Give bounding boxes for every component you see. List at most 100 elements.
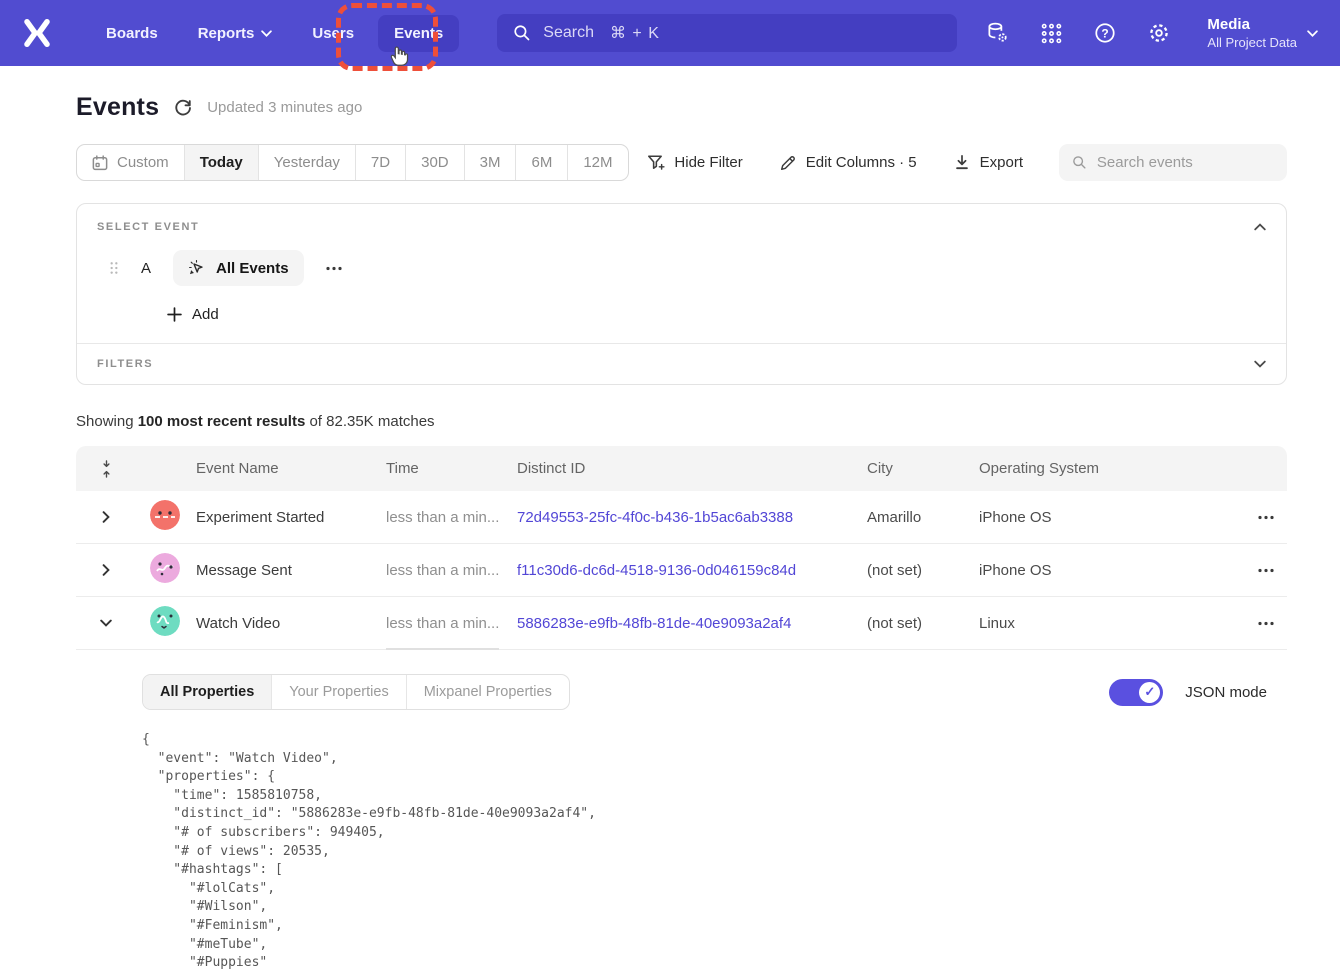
expand-row-icon[interactable]: [76, 511, 136, 523]
event-chip-label: All Events: [216, 260, 289, 277]
event-more-button[interactable]: [326, 266, 342, 271]
tab-label: Mixpanel Properties: [424, 684, 552, 700]
tab-all-properties[interactable]: All Properties: [143, 675, 272, 709]
filters-section-toggle[interactable]: FILTERS: [77, 344, 1286, 384]
table-row[interactable]: Experiment Started less than a min... 72…: [76, 491, 1287, 544]
drag-handle-icon[interactable]: [109, 261, 119, 275]
events-table: Event Name Time Distinct ID City Operati…: [76, 446, 1287, 974]
data-management-icon[interactable]: [985, 21, 1009, 45]
nav-item-users[interactable]: Users: [296, 15, 370, 52]
apps-grid-icon[interactable]: [1039, 21, 1063, 45]
date-range-label: Yesterday: [274, 154, 340, 171]
date-range-label: 7D: [371, 154, 390, 171]
edit-columns-label: Edit Columns · 5: [806, 154, 917, 171]
date-range-3m[interactable]: 3M: [465, 145, 517, 180]
refresh-icon[interactable]: [173, 98, 193, 118]
nav-item-label: Events: [394, 25, 443, 42]
nav-item-boards[interactable]: Boards: [90, 15, 174, 52]
cell-event-name: Watch Video: [196, 615, 386, 632]
help-icon[interactable]: ?: [1093, 21, 1117, 45]
events-page: Events Updated 3 minutes ago Custom Toda…: [0, 93, 1340, 974]
select-event-label: SELECT EVENT: [97, 221, 199, 233]
cell-os: Linux: [979, 615, 1186, 632]
collapse-row-icon[interactable]: [76, 619, 136, 627]
tab-your-properties[interactable]: Your Properties: [272, 675, 406, 709]
filter-funnel-icon: [647, 154, 665, 172]
settings-gear-icon[interactable]: [1147, 21, 1171, 45]
date-range-30d[interactable]: 30D: [406, 145, 465, 180]
page-title: Events: [76, 93, 159, 122]
nav-item-label: Users: [312, 25, 354, 42]
cell-time: less than a min...: [386, 562, 517, 579]
date-range-yesterday[interactable]: Yesterday: [259, 145, 356, 180]
cell-os: iPhone OS: [979, 562, 1186, 579]
date-range-control: Custom Today Yesterday 7D 30D 3M 6M 12M: [76, 144, 629, 181]
mixpanel-logo[interactable]: [22, 18, 52, 48]
row-more-button[interactable]: [1186, 621, 1287, 626]
nav-right-group: ? Media All Project Data: [985, 15, 1318, 51]
event-chip-all-events[interactable]: All Events: [173, 250, 304, 286]
search-events-input[interactable]: [1097, 154, 1274, 171]
project-name: Media: [1207, 15, 1297, 34]
header-time[interactable]: Time: [386, 460, 517, 477]
cell-time: less than a min...: [386, 509, 517, 526]
search-icon: [1072, 154, 1087, 171]
primary-nav: Boards Reports Users Events: [90, 15, 459, 52]
hide-filter-button[interactable]: Hide Filter: [647, 154, 742, 172]
table-row-expanded[interactable]: Watch Video less than a min... 5886283e-…: [76, 597, 1287, 650]
nav-item-label: Reports: [198, 25, 255, 42]
results-count: 100 most recent results: [138, 413, 306, 430]
cell-distinct-id-link[interactable]: 5886283e-e9fb-48fb-81de-40e9093a2af4: [517, 615, 867, 632]
date-range-today[interactable]: Today: [185, 145, 259, 180]
select-event-section: SELECT EVENT A All Events: [77, 204, 1286, 343]
collapse-all-icon[interactable]: [76, 460, 136, 478]
chevron-up-icon[interactable]: [1254, 223, 1266, 231]
project-scope: All Project Data: [1207, 34, 1297, 51]
plus-icon: [167, 307, 182, 322]
row-more-button[interactable]: [1186, 515, 1287, 520]
toolbar-actions: Hide Filter Edit Columns · 5 Export: [647, 144, 1287, 181]
date-range-6m[interactable]: 6M: [516, 145, 568, 180]
search-events-box: [1059, 144, 1287, 181]
top-navbar: Boards Reports Users Events Search ⌘ + K: [0, 0, 1340, 66]
project-selector[interactable]: Media All Project Data: [1207, 15, 1318, 51]
edit-columns-button[interactable]: Edit Columns · 5: [779, 154, 917, 172]
nav-item-events[interactable]: Events: [378, 15, 459, 52]
query-builder-card: SELECT EVENT A All Events: [76, 203, 1287, 385]
row-more-button[interactable]: [1186, 568, 1287, 573]
expand-row-icon[interactable]: [76, 564, 136, 576]
event-selector-row: A All Events: [97, 250, 1266, 286]
table-row[interactable]: Message Sent less than a min... f11c30d6…: [76, 544, 1287, 597]
cell-city: (not set): [867, 562, 979, 579]
filters-label: FILTERS: [97, 358, 153, 370]
cell-distinct-id-link[interactable]: f11c30d6-dc6d-4518-9136-0d046159c84d: [517, 562, 867, 579]
search-icon: [513, 24, 531, 42]
date-range-custom[interactable]: Custom: [77, 145, 185, 180]
hide-filter-label: Hide Filter: [674, 154, 742, 171]
json-mode-label: JSON mode: [1185, 684, 1267, 701]
nav-item-label: Boards: [106, 25, 158, 42]
date-range-12m[interactable]: 12M: [568, 145, 627, 180]
chevron-down-icon: [1254, 360, 1266, 368]
time-cell-underline: [386, 648, 499, 650]
add-event-button[interactable]: Add: [167, 306, 1266, 323]
date-range-label: 3M: [480, 154, 501, 171]
cell-event-name: Message Sent: [196, 562, 386, 579]
search-placeholder: Search: [543, 24, 594, 42]
json-mode-toggle[interactable]: ✓: [1109, 679, 1163, 706]
tab-mixpanel-properties[interactable]: Mixpanel Properties: [407, 675, 569, 709]
header-operating-system[interactable]: Operating System: [979, 460, 1186, 477]
cell-event-name: Experiment Started: [196, 509, 386, 526]
tab-label: Your Properties: [289, 684, 388, 700]
nav-item-reports[interactable]: Reports: [182, 15, 289, 52]
properties-tabs: All Properties Your Properties Mixpanel …: [142, 674, 570, 710]
chevron-down-icon: [1307, 30, 1318, 37]
date-range-7d[interactable]: 7D: [356, 145, 406, 180]
export-button[interactable]: Export: [953, 154, 1023, 172]
header-event-name[interactable]: Event Name: [196, 460, 386, 477]
chevron-down-icon: [261, 30, 272, 37]
header-distinct-id[interactable]: Distinct ID: [517, 460, 867, 477]
header-city[interactable]: City: [867, 460, 979, 477]
cell-distinct-id-link[interactable]: 72d49553-25fc-4f0c-b436-1b5ac6ab3388: [517, 509, 867, 526]
global-search[interactable]: Search ⌘ + K: [497, 14, 957, 52]
